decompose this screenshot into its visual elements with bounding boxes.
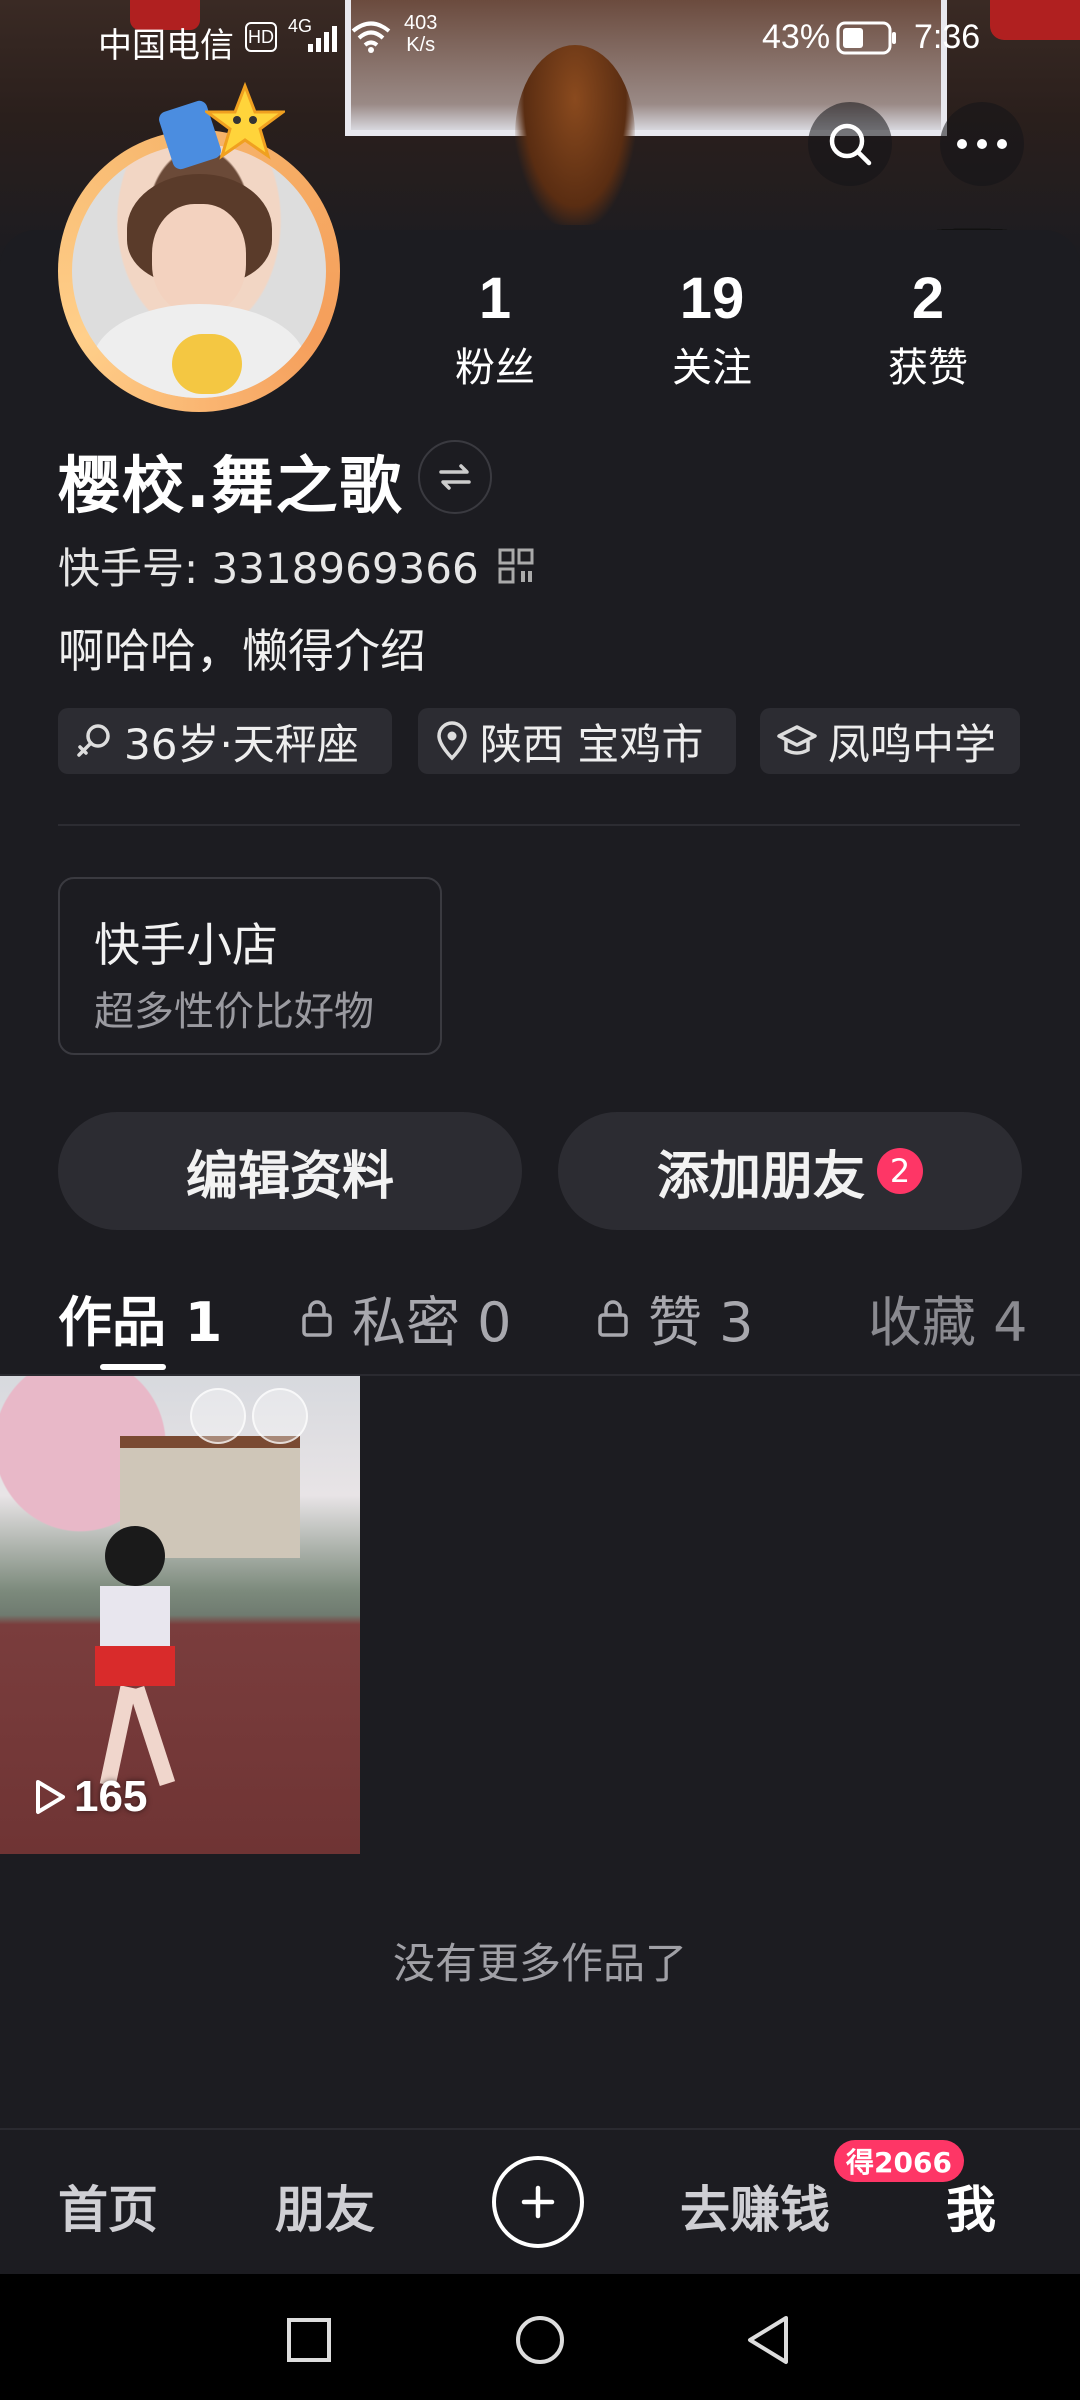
avatar[interactable] xyxy=(72,144,326,398)
star-badge-icon xyxy=(205,82,285,160)
recent-apps-icon[interactable] xyxy=(285,2316,333,2364)
back-icon[interactable] xyxy=(744,2314,792,2366)
shop-title: 快手小店 xyxy=(94,918,278,972)
clock: 7:36 xyxy=(914,18,981,56)
tab-private-label: 私密 0 xyxy=(352,1291,512,1354)
signal-icon xyxy=(308,26,337,52)
switch-arrows-icon xyxy=(439,464,471,490)
zodiac-icon xyxy=(77,724,110,757)
age-tag-label: 36岁·天秤座 xyxy=(124,719,359,769)
add-friend-badge: 2 xyxy=(877,1148,923,1194)
profile-bio: 啊哈哈，懒得介绍 xyxy=(58,624,426,678)
more-button[interactable] xyxy=(940,102,1024,186)
play-count: 165 xyxy=(74,1772,148,1821)
plus-icon xyxy=(521,2185,555,2219)
battery-percent: 43% xyxy=(762,18,831,56)
kuaishou-id[interactable]: 快手号: 3318969366 xyxy=(58,535,479,596)
tab-liked[interactable]: 赞 3 xyxy=(596,1278,754,1357)
location-pin-icon xyxy=(437,721,467,761)
school-tag[interactable]: 凤鸣中学 xyxy=(760,708,1020,774)
search-button[interactable] xyxy=(808,102,892,186)
net-speed-value: 403 xyxy=(404,12,438,34)
banner-decoration xyxy=(990,0,1080,40)
thumbnail-sticker xyxy=(252,1388,308,1444)
add-friend-label: 添加朋友 xyxy=(656,1146,865,1207)
kuaishou-shop-card[interactable]: 快手小店 超多性价比好物 xyxy=(58,877,442,1055)
more-dots-icon xyxy=(957,139,1007,149)
school-tag-label: 凤鸣中学 xyxy=(828,719,997,769)
wifi-icon xyxy=(351,21,391,53)
graduation-cap-icon xyxy=(777,725,817,755)
work-thumbnail[interactable]: 165 xyxy=(0,1376,360,1854)
section-divider xyxy=(58,824,1020,826)
net-speed-unit: K/s xyxy=(406,34,436,56)
location-tag-label: 陕西 宝鸡市 xyxy=(480,719,704,769)
no-more-works-text: 没有更多作品了 xyxy=(392,1939,687,1988)
tab-works[interactable]: 作品 1 xyxy=(58,1278,222,1357)
play-icon xyxy=(36,1780,65,1814)
hd-icon: HD xyxy=(245,22,277,52)
add-friend-button[interactable]: 添加朋友 2 xyxy=(558,1112,1022,1230)
following-count[interactable]: 19 xyxy=(642,265,782,332)
battery-icon xyxy=(836,21,896,55)
edit-profile-label: 编辑资料 xyxy=(185,1146,394,1207)
nav-earn[interactable]: 去赚钱 xyxy=(680,2170,830,2242)
qr-code-icon[interactable] xyxy=(497,547,535,585)
location-tag[interactable]: 陕西 宝鸡市 xyxy=(418,708,736,774)
following-label[interactable]: 关注 xyxy=(642,335,782,393)
tab-favorites-label: 收藏 4 xyxy=(868,1291,1028,1354)
nav-home[interactable]: 首页 xyxy=(58,2170,158,2242)
edit-profile-button[interactable]: 编辑资料 xyxy=(58,1112,522,1230)
tab-private[interactable]: 私密 0 xyxy=(300,1278,512,1357)
lock-icon xyxy=(598,1299,628,1337)
carrier-name: 中国电信 xyxy=(98,27,234,65)
nav-me[interactable]: 我 xyxy=(946,2170,996,2242)
search-icon xyxy=(829,123,872,166)
tab-favorites[interactable]: 收藏 4 xyxy=(868,1278,1080,1357)
thumbnail-sticker xyxy=(190,1388,246,1444)
likes-label[interactable]: 获赞 xyxy=(858,335,998,393)
likes-count[interactable]: 2 xyxy=(858,265,998,332)
lock-icon xyxy=(302,1299,332,1337)
home-circle-icon[interactable] xyxy=(514,2314,566,2366)
followers-label[interactable]: 粉丝 xyxy=(425,335,565,393)
active-tab-indicator xyxy=(100,1364,166,1370)
shop-subtitle: 超多性价比好物 xyxy=(94,989,374,1035)
switch-account-button[interactable] xyxy=(418,440,492,514)
age-tag[interactable]: 36岁·天秤座 xyxy=(58,708,392,774)
tab-liked-label: 赞 3 xyxy=(648,1291,754,1354)
nav-friends[interactable]: 朋友 xyxy=(275,2170,375,2242)
tab-works-label: 作品 1 xyxy=(58,1291,223,1354)
followers-count[interactable]: 1 xyxy=(425,265,565,332)
nav-create-button[interactable] xyxy=(492,2156,584,2248)
earn-badge: 得2066 xyxy=(834,2140,964,2182)
profile-name: 樱校.舞之歌 xyxy=(58,449,404,522)
